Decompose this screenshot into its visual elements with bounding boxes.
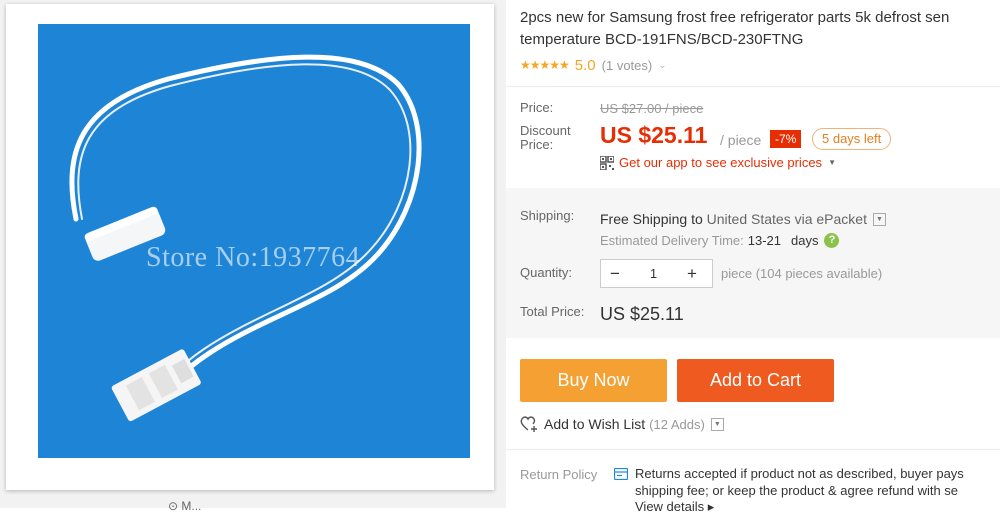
per-piece-label: / piece [720,132,762,148]
quantity-stepper[interactable]: − + [600,259,713,288]
discount-label-line2: Price: [520,137,554,152]
wish-dropdown-icon[interactable]: ▼ [710,417,724,431]
est-delivery-days: days [791,233,819,248]
return-policy-text: Returns accepted if product not as descr… [635,465,1000,499]
free-shipping-text: Free Shipping [600,211,688,227]
divider [506,86,1000,87]
wish-list-count: (12 Adds) [649,416,705,432]
shipping-via-text: via [794,211,813,227]
discount-label-line1: Discount [520,123,571,138]
caret-down-icon[interactable]: ▼ [828,158,836,167]
est-delivery-value: 13-21 [747,233,782,248]
discount-price: US $25.11 [600,122,708,148]
quantity-decrease-button[interactable]: − [601,264,629,284]
chevron-down-icon[interactable]: ⌄ [658,60,666,71]
add-to-cart-button[interactable]: Add to Cart [677,359,834,402]
heart-plus-icon [520,416,537,432]
buy-now-button[interactable]: Buy Now [520,359,667,402]
ship-method[interactable]: ePacket [816,211,867,227]
product-title-line2: temperature BCD-191FNS/BCD-230FTNG [520,31,804,48]
product-title: 2pcs new for Samsung frost free refriger… [520,7,1000,51]
rating-score: 5.0 [574,56,596,74]
help-icon[interactable]: ? [824,233,840,248]
store-watermark: Store No:1937764 [146,242,361,273]
shipping-label: Shipping: [520,208,575,223]
product-image-card[interactable]: Store No:1937764 [6,4,494,490]
quantity-increase-button[interactable]: + [678,264,706,284]
sensor-cable-illustration [69,54,422,422]
days-left-badge: 5 days left [812,128,892,150]
quantity-availability: piece (104 pieces available) [721,266,883,281]
qr-code-icon [600,155,614,170]
total-price-value: US $25.11 [600,304,684,324]
product-title-line1: 2pcs new for Samsung frost free refriger… [520,9,950,26]
estimated-delivery: Estimated Delivery Time: 13-21 days ? [600,233,840,248]
original-price: US $27.00 / piece [600,101,704,116]
more-images-link[interactable]: ⊙ M... [168,499,201,513]
view-details-link[interactable]: View details ▸ [635,499,714,515]
ship-country[interactable]: United States [707,211,791,227]
return-policy-icon [614,468,628,480]
quantity-label: Quantity: [520,265,573,280]
wish-list-label[interactable]: Add to Wish List [544,416,645,432]
price-label: Price: [520,100,554,115]
rating-row: ★★★★★ 5.0 (1 votes) ⌄ [520,56,667,74]
total-price-label: Total Price: [520,304,585,319]
est-delivery-label: Estimated Delivery Time: [600,233,744,248]
discount-percent-badge: -7% [770,130,802,148]
app-promo-text[interactable]: Get our app to see exclusive prices [619,155,822,170]
divider [506,449,1000,450]
wish-list-link[interactable]: Add to Wish List (12 Adds) ▼ [520,416,724,432]
star-rating-icon: ★★★★★ [520,58,570,72]
shipping-selector[interactable]: Free Shipping to United States via ePack… [600,211,886,227]
quantity-input[interactable] [629,266,678,281]
shipping-dropdown-icon[interactable]: ▼ [872,212,886,226]
votes-count[interactable]: (1 votes) [602,58,653,73]
discount-price-label: Discount Price: [520,124,571,152]
return-policy-line1: Returns accepted if product not as descr… [635,466,964,481]
shipping-to-text: to [691,211,703,227]
product-image[interactable]: Store No:1937764 [38,24,470,458]
return-policy-line2: shipping fee; or keep the product & agre… [635,483,959,498]
return-policy-label: Return Policy [520,467,598,482]
app-promo-link[interactable]: Get our app to see exclusive prices ▼ [600,155,836,170]
